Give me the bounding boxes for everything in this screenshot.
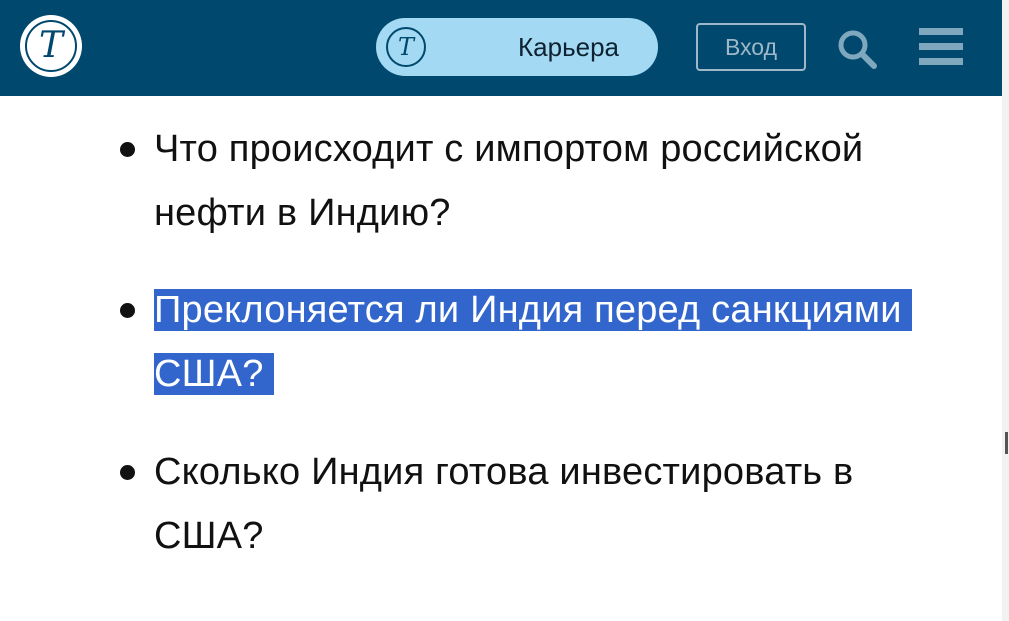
text-selection-highlight[interactable]: Преклоняется ли Индия перед санкциями СШ… <box>154 289 912 395</box>
career-logo-icon: T <box>386 27 426 67</box>
list-item-text-selected[interactable]: Преклоняется ли Индия перед санкциями СШ… <box>154 278 954 406</box>
career-button[interactable]: T Карьера <box>376 18 658 76</box>
list-item-text[interactable]: Что происходит с импортом российской неф… <box>154 117 954 245</box>
search-icon[interactable] <box>836 28 878 70</box>
hamburger-menu-icon[interactable] <box>919 28 963 66</box>
scrollbar-track[interactable] <box>1002 0 1009 621</box>
list-item-text[interactable]: Сколько Индия готова инвестировать в США… <box>154 440 954 568</box>
top-header: T T Карьера Вход <box>0 0 1002 96</box>
bullet-icon <box>120 303 135 318</box>
site-logo[interactable]: T <box>20 15 82 77</box>
scrollbar-thumb[interactable] <box>1005 432 1008 454</box>
bullet-icon <box>120 465 135 480</box>
page: T T Карьера Вход Что происходит с импорт… <box>0 0 1009 621</box>
bullet-icon <box>120 142 135 157</box>
times-logo-icon: T <box>25 20 77 72</box>
login-button[interactable]: Вход <box>696 23 806 71</box>
career-button-label: Карьера <box>518 32 619 62</box>
